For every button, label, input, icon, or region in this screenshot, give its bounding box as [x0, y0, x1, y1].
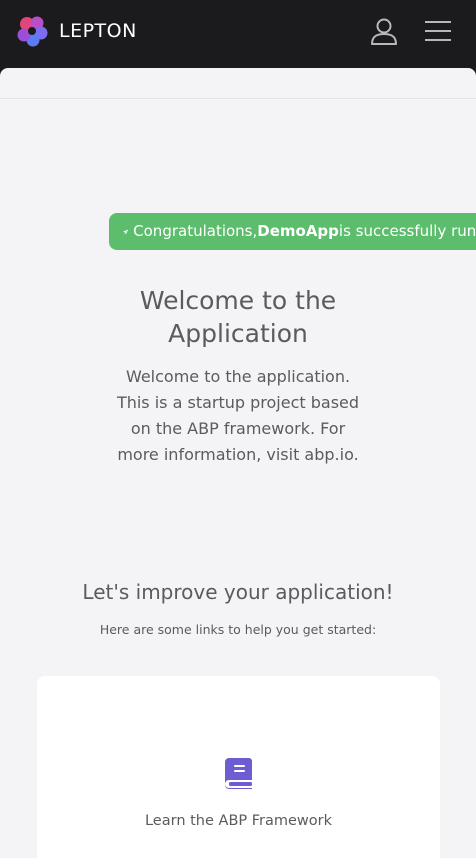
book-icon [225, 758, 252, 789]
page-header-bar [0, 68, 476, 99]
user-icon [371, 18, 397, 45]
welcome-text-line: This is a startup project based [116, 393, 360, 412]
improve-subheading: Here are some links to help you get star… [99, 622, 377, 637]
hamburger-menu-button[interactable] [420, 14, 456, 48]
success-alert: Congratulations, DemoApp is successfully… [109, 213, 476, 250]
rocket-icon [123, 229, 128, 234]
welcome-text-line: Welcome to the application. [125, 367, 351, 386]
top-navbar: LEPTON [0, 0, 476, 68]
alert-app-name: DemoApp [257, 222, 339, 240]
alert-text-prefix: Congratulations, [133, 222, 258, 240]
improve-heading: Let's improve your application! [82, 580, 394, 604]
welcome-title-line: Welcome to the [139, 286, 337, 315]
brand-name: LEPTON [59, 20, 137, 42]
welcome-title-line: Application [168, 319, 308, 348]
card-title: Learn the ABP Framework [144, 813, 333, 829]
hamburger-menu-icon [425, 21, 451, 41]
welcome-text-line: on the ABP framework. For [130, 419, 346, 438]
alert-text-suffix: is successfully running [338, 222, 476, 240]
lepton-logo-icon [17, 16, 48, 47]
main-content: Congratulations, DemoApp is successfully… [0, 68, 476, 858]
user-menu-button[interactable] [366, 14, 402, 48]
welcome-title: Welcome to the Application [0, 284, 476, 350]
brand-link[interactable]: LEPTON [16, 14, 137, 48]
welcome-text-line: more information, visit abp.io. [117, 445, 359, 464]
welcome-description: Welcome to the application. This is a st… [98, 364, 378, 468]
learn-abp-card[interactable]: Learn the ABP Framework [37, 676, 440, 858]
